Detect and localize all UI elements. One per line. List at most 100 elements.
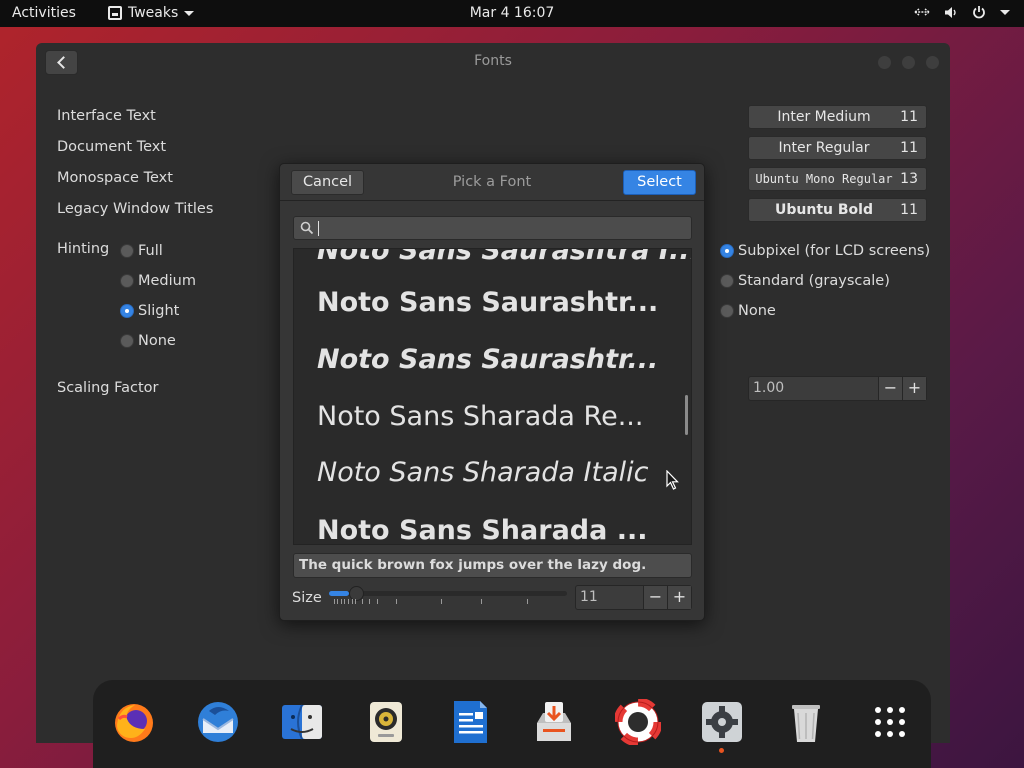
app-grid-icon[interactable] xyxy=(867,699,913,745)
size-slider[interactable] xyxy=(329,586,567,607)
scaling-factor-spinbutton[interactable]: 1.00 − + xyxy=(748,376,927,401)
slider-tick xyxy=(344,599,345,604)
interface-font-button[interactable]: Inter Medium 11 xyxy=(748,105,927,129)
monospace-font-size: 13 xyxy=(900,171,918,187)
dock xyxy=(93,680,931,768)
minimize-button[interactable] xyxy=(878,56,891,69)
hinting-slight-option[interactable]: Slight xyxy=(120,303,179,319)
hinting-label: Hinting xyxy=(57,241,110,257)
radio-button-checked[interactable] xyxy=(120,304,134,318)
option-label: Subpixel (for LCD screens) xyxy=(738,243,931,259)
interface-font-size: 11 xyxy=(900,109,918,125)
hinting-none-option[interactable]: None xyxy=(120,333,176,349)
option-label: Standard (grayscale) xyxy=(738,273,890,289)
font-list-item[interactable]: Noto Sans Saurashtr... xyxy=(317,287,658,318)
search-icon xyxy=(300,221,314,235)
tweaks-icon[interactable] xyxy=(699,699,745,745)
slider-tick xyxy=(441,599,442,604)
font-preview-entry[interactable]: The quick brown fox jumps over the lazy … xyxy=(293,553,692,578)
slider-tick xyxy=(377,599,378,604)
document-text-label: Document Text xyxy=(57,139,167,155)
slider-tick xyxy=(362,599,363,604)
increment-button[interactable]: + xyxy=(667,586,691,609)
font-chooser-dialog: Cancel Pick a Font Select Noto Sans Saur… xyxy=(279,163,705,621)
thunderbird-icon[interactable] xyxy=(195,699,241,745)
activities-button[interactable]: Activities xyxy=(12,5,76,21)
font-search-input[interactable] xyxy=(293,216,692,240)
rhythmbox-icon[interactable] xyxy=(363,699,409,745)
font-list-item[interactable]: Noto Sans Saurashtra I... xyxy=(317,249,691,266)
dialog-header: Cancel Pick a Font Select xyxy=(280,164,704,201)
option-label: None xyxy=(738,303,776,319)
antialias-none-option[interactable]: None xyxy=(720,303,776,319)
font-list-item[interactable]: Noto Sans Sharada Italic xyxy=(317,457,649,488)
font-list-item[interactable]: Noto Sans Saurashtr... xyxy=(317,344,658,375)
slider-tick xyxy=(481,599,482,604)
option-label: Full xyxy=(138,243,163,259)
slider-tick xyxy=(348,599,349,604)
legacy-font-button[interactable]: Ubuntu Bold 11 xyxy=(748,198,927,222)
scrollbar[interactable] xyxy=(685,395,688,435)
firefox-icon[interactable] xyxy=(111,699,157,745)
size-value[interactable]: 11 xyxy=(580,589,598,605)
top-bar: Activities Tweaks Mar 4 16:07 xyxy=(0,0,1024,27)
trash-icon[interactable] xyxy=(783,699,829,745)
legacy-font-size: 11 xyxy=(900,202,918,218)
slider-tick xyxy=(337,599,338,604)
cancel-button[interactable]: Cancel xyxy=(291,170,364,195)
slider-fill xyxy=(329,591,349,596)
chevron-down-icon xyxy=(1000,9,1010,15)
antialias-subpixel-option[interactable]: Subpixel (for LCD screens) xyxy=(720,243,930,259)
document-font-name: Inter Regular xyxy=(778,140,870,156)
radio-button[interactable] xyxy=(720,274,734,288)
font-list-item[interactable]: Noto Sans Sharada ... xyxy=(317,515,648,544)
radio-button-checked[interactable] xyxy=(720,244,734,258)
interface-font-name: Inter Medium xyxy=(777,109,871,125)
option-label: None xyxy=(138,333,176,349)
slider-trough xyxy=(329,591,567,596)
help-icon[interactable] xyxy=(615,699,661,745)
legacy-titles-label: Legacy Window Titles xyxy=(57,201,214,217)
font-list[interactable]: Noto Sans Saurashtra I... Noto Sans Saur… xyxy=(293,248,692,545)
radio-button[interactable] xyxy=(720,304,734,318)
window-title: Fonts xyxy=(474,53,512,69)
writer-icon[interactable] xyxy=(447,699,493,745)
app-menu[interactable]: Tweaks xyxy=(108,5,195,21)
select-button[interactable]: Select xyxy=(623,170,696,195)
document-font-size: 11 xyxy=(900,140,918,156)
monospace-font-button[interactable]: Ubuntu Mono Regular 13 xyxy=(748,167,927,191)
scaling-factor-value[interactable]: 1.00 xyxy=(753,380,784,396)
radio-button[interactable] xyxy=(120,274,134,288)
slider-tick xyxy=(355,599,356,604)
slider-tick xyxy=(341,599,342,604)
decrement-button[interactable]: − xyxy=(878,377,902,400)
radio-button[interactable] xyxy=(120,334,134,348)
network-icon xyxy=(914,8,930,16)
slider-tick xyxy=(352,599,353,604)
slider-ticks xyxy=(329,599,567,605)
document-font-button[interactable]: Inter Regular 11 xyxy=(748,136,927,160)
tweaks-app-icon xyxy=(108,6,122,20)
close-button[interactable] xyxy=(926,56,939,69)
slider-tick xyxy=(369,599,370,604)
system-tray[interactable] xyxy=(914,5,1010,19)
maximize-button[interactable] xyxy=(902,56,915,69)
power-icon xyxy=(973,6,985,19)
text-cursor xyxy=(318,221,319,236)
hinting-full-option[interactable]: Full xyxy=(120,243,163,259)
clock[interactable]: Mar 4 16:07 xyxy=(470,5,555,21)
decrement-button[interactable]: − xyxy=(643,586,667,609)
font-list-item[interactable]: Noto Sans Sharada Re... xyxy=(317,401,643,432)
slider-tick xyxy=(396,599,397,604)
radio-button[interactable] xyxy=(120,244,134,258)
scaling-factor-label: Scaling Factor xyxy=(57,380,159,396)
interface-text-label: Interface Text xyxy=(57,108,156,124)
files-icon[interactable] xyxy=(279,699,325,745)
legacy-font-name: Ubuntu Bold xyxy=(775,202,873,218)
size-spinbutton[interactable]: 11 − + xyxy=(575,585,692,610)
antialias-standard-option[interactable]: Standard (grayscale) xyxy=(720,273,890,289)
increment-button[interactable]: + xyxy=(902,377,926,400)
software-icon[interactable] xyxy=(531,699,577,745)
hinting-medium-option[interactable]: Medium xyxy=(120,273,196,289)
monospace-text-label: Monospace Text xyxy=(57,170,173,186)
